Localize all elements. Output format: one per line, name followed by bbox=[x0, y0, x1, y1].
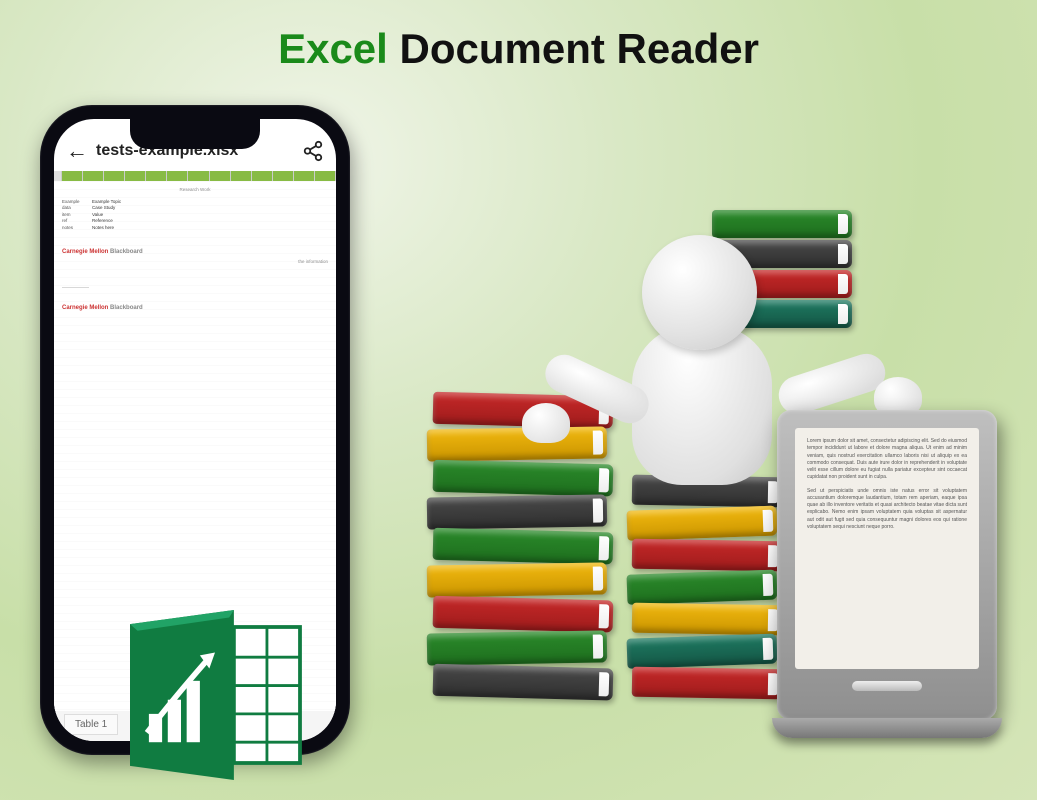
ereader-paragraph: Sed ut perspiciatis unde omnis iste natu… bbox=[807, 488, 967, 532]
share-icon[interactable] bbox=[302, 140, 324, 162]
sheet-heading: Research Work bbox=[62, 187, 328, 193]
title-word-rest: Document Reader bbox=[400, 25, 759, 72]
ereader-screen: Lorem ipsum dolor sit amet, consectetur … bbox=[795, 428, 979, 669]
brand-text-1: Carnegie Mellon Blackboard bbox=[62, 249, 143, 255]
column-headers bbox=[54, 171, 336, 181]
page-title: Excel Document Reader bbox=[278, 25, 759, 73]
illustration-scene: Lorem ipsum dolor sit amet, consectetur … bbox=[447, 180, 1007, 740]
sheet-footer-1: the information bbox=[62, 259, 328, 265]
table-row: notesNotes here bbox=[62, 225, 328, 232]
title-word-excel: Excel bbox=[278, 25, 388, 72]
ereader-stand bbox=[772, 718, 1002, 738]
ereader-paragraph: Lorem ipsum dolor sit amet, consectetur … bbox=[807, 438, 967, 482]
ereader-home-button[interactable] bbox=[852, 681, 922, 691]
sheet-tab[interactable]: Table 1 bbox=[64, 714, 118, 735]
phone-notch bbox=[130, 119, 260, 149]
excel-app-icon bbox=[120, 610, 310, 780]
ereader-tablet: Lorem ipsum dolor sit amet, consectetur … bbox=[777, 410, 997, 720]
back-arrow-icon[interactable]: ← bbox=[66, 138, 88, 164]
brand-text-2: Carnegie Mellon Blackboard bbox=[62, 305, 143, 311]
